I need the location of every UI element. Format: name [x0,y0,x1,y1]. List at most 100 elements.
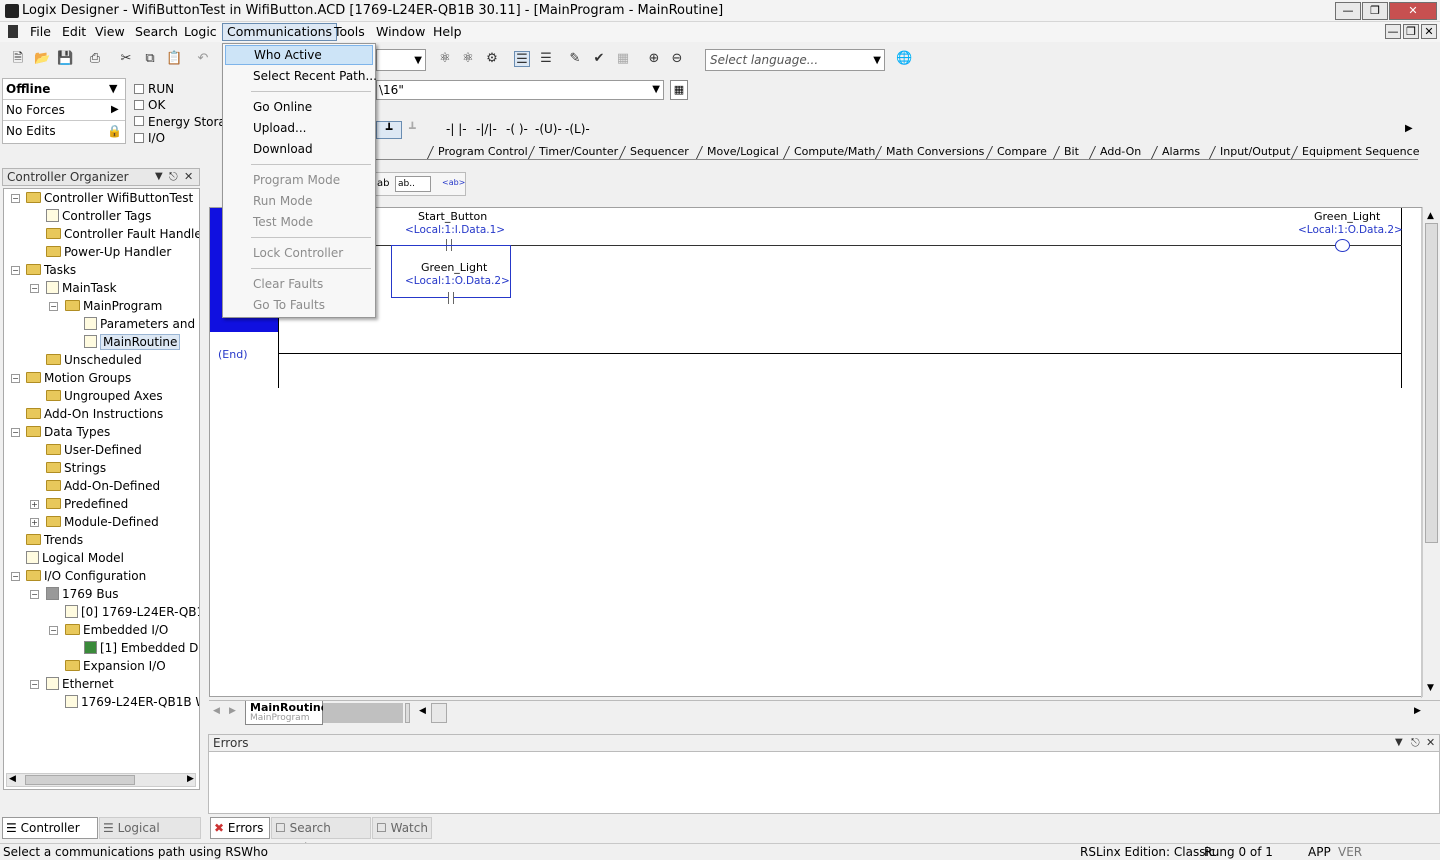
tree-node-embedded-io[interactable]: Embedded I/O [65,621,168,639]
tab-program-control[interactable]: Program Control [428,144,528,160]
tab-sequencer[interactable]: Sequencer [620,144,689,160]
expand-icon[interactable]: + [30,500,39,509]
menu-item-program-mode[interactable]: Program Mode [225,170,373,190]
menu-item-run-mode[interactable]: Run Mode [225,191,373,211]
tab-compare[interactable]: Compare [987,144,1047,160]
path-combo[interactable]: \16" ▼ [376,80,664,100]
verify-icon[interactable]: ⚛ [437,51,453,67]
close-icon[interactable]: ✕ [184,169,193,185]
collapse-icon[interactable]: − [11,266,20,275]
online-status[interactable]: Offline ▼ [3,79,125,100]
scroll-right-icon[interactable]: ▶ [187,774,194,784]
scrollbar-thumb[interactable] [25,775,135,785]
xic-icon[interactable]: -| |- [446,122,467,136]
hscroll-right-icon[interactable]: ▶ [1414,706,1421,716]
collapse-icon[interactable]: − [11,428,20,437]
forces-status[interactable]: No Forces ▶ [3,100,125,121]
xic-contact-2[interactable] [448,292,454,304]
close-icon[interactable]: ✕ [1426,735,1435,751]
tree-node-controller[interactable]: Controller WifiButtonTest [26,189,193,207]
pin-icon[interactable]: ⎋ [169,169,178,185]
menu-item-test-mode[interactable]: Test Mode [225,212,373,232]
tree-node-logical-model[interactable]: Logical Model [26,549,124,567]
tab-watch[interactable]: ☐ Watch [372,817,432,839]
grid-icon[interactable]: ▦ [615,51,631,67]
menu-logic[interactable]: Logic [180,23,221,41]
scroll-up-icon[interactable]: ▲ [1427,211,1434,221]
zoom-in-icon[interactable]: ⊕ [646,51,662,67]
menu-view[interactable]: View [91,23,129,41]
zoom-out-icon[interactable]: ⊖ [669,51,685,67]
chevron-down-icon[interactable]: ▼ [1395,735,1403,751]
branch-icon[interactable]: ┻ [409,122,416,135]
verify-all-icon[interactable]: ⚛ [460,51,476,67]
mdi-minimize-button[interactable]: — [1385,24,1401,39]
collapse-icon[interactable]: − [49,302,58,311]
network-icon[interactable]: ▦ [670,80,688,100]
close-button[interactable]: ✕ [1389,2,1437,20]
tree-node-user-defined[interactable]: User-Defined [46,441,142,459]
tree-node-fault-handler[interactable]: Controller Fault Handler [46,225,199,243]
scroll-right-icon[interactable]: ▶ [1405,123,1413,134]
contact-2-tag[interactable]: <Local:1:O.Data.2> [405,275,510,287]
open-icon[interactable]: 📂 [34,51,50,67]
errors-list[interactable] [208,752,1440,814]
tag-filter-combo[interactable]: ab.. [395,176,431,192]
pin-icon[interactable]: ⎋ [1411,735,1420,751]
tree-node-mainroutine[interactable]: MainRoutine [84,333,181,351]
tree-view-icon[interactable]: ☰ [514,51,530,67]
edits-status[interactable]: No Edits 🔒 [3,121,125,142]
tab-compute-math[interactable]: Compute/Math [784,144,875,160]
tree-node-module-defined[interactable]: Module-Defined [46,513,159,531]
menu-item-select-recent-path[interactable]: Select Recent Path... [225,66,377,86]
restore-button[interactable]: ❐ [1362,2,1388,20]
tree-node-addon-instructions[interactable]: Add-On Instructions [26,405,163,423]
ote-coil[interactable] [1335,239,1350,252]
tree-node-parameters[interactable]: Parameters and Lo [84,315,199,333]
vscroll-thumb[interactable] [1425,223,1438,543]
menu-file[interactable]: File [26,23,55,41]
collapse-icon[interactable]: − [30,680,39,689]
tree-node-controller-module[interactable]: [0] 1769-L24ER-QB1B [65,603,199,621]
menu-item-upload[interactable]: Upload... [225,118,373,138]
tab-logical-organizer[interactable]: ☰ Logical Orga... [99,817,201,855]
edit-icon[interactable]: ✎ [567,51,583,67]
tab-scroll-right-icon[interactable]: ▶ [229,706,236,716]
new-icon[interactable]: 🗎 [10,51,26,67]
menu-item-who-active[interactable]: Who Active [225,45,373,65]
contact-1-name[interactable]: Start_Button [418,210,487,223]
collapse-icon[interactable]: − [49,626,58,635]
tag-display-icon[interactable]: <ab> [442,178,465,187]
splitter[interactable] [405,703,410,723]
tree-node-trends[interactable]: Trends [26,531,83,549]
undo-icon[interactable]: ↶ [195,51,211,67]
tab-scroll-left-icon[interactable]: ◀ [213,706,220,716]
tab-move-logical[interactable]: Move/Logical [697,144,779,160]
tab-controller-organizer[interactable]: ☰ Controller O... [2,817,98,855]
accept-icon[interactable]: ✔ [591,51,607,67]
menu-item-go-online[interactable]: Go Online [225,97,373,117]
tab-equipment-sequence[interactable]: Equipment Sequence [1292,144,1419,160]
menu-item-go-to-faults[interactable]: Go To Faults [225,295,373,315]
tree-hscrollbar[interactable]: ◀ ▶ [6,773,196,787]
tree-node-embedded-discrete[interactable]: [1] Embedded Dis [84,639,199,657]
address-icon[interactable]: ab [377,178,389,189]
coil-name[interactable]: Green_Light [1314,210,1380,223]
collapse-icon[interactable]: − [11,572,20,581]
rung-icon[interactable]: ┻ [376,121,402,139]
tree-node-expansion-io[interactable]: Expansion I/O [65,657,166,675]
ote-icon[interactable]: -( )- [506,122,528,136]
collapse-icon[interactable]: − [11,194,20,203]
tree-node-ungrouped-axes[interactable]: Ungrouped Axes [46,387,163,405]
tree-node-mainprogram[interactable]: MainProgram [65,297,162,315]
tree-node-unscheduled[interactable]: Unscheduled [46,351,142,369]
chevron-down-icon[interactable]: ▼ [155,169,163,185]
globe-icon[interactable]: 🌐 [896,51,912,67]
tree-node-io-config[interactable]: I/O Configuration [26,567,146,585]
expand-icon[interactable]: + [30,518,39,527]
hscroll-thumb[interactable] [431,703,447,723]
menu-help[interactable]: Help [429,23,466,41]
language-select[interactable]: Select language... ▼ [705,49,885,71]
menu-communications[interactable]: Communications [222,23,338,41]
tab-bit[interactable]: Bit [1054,144,1079,160]
